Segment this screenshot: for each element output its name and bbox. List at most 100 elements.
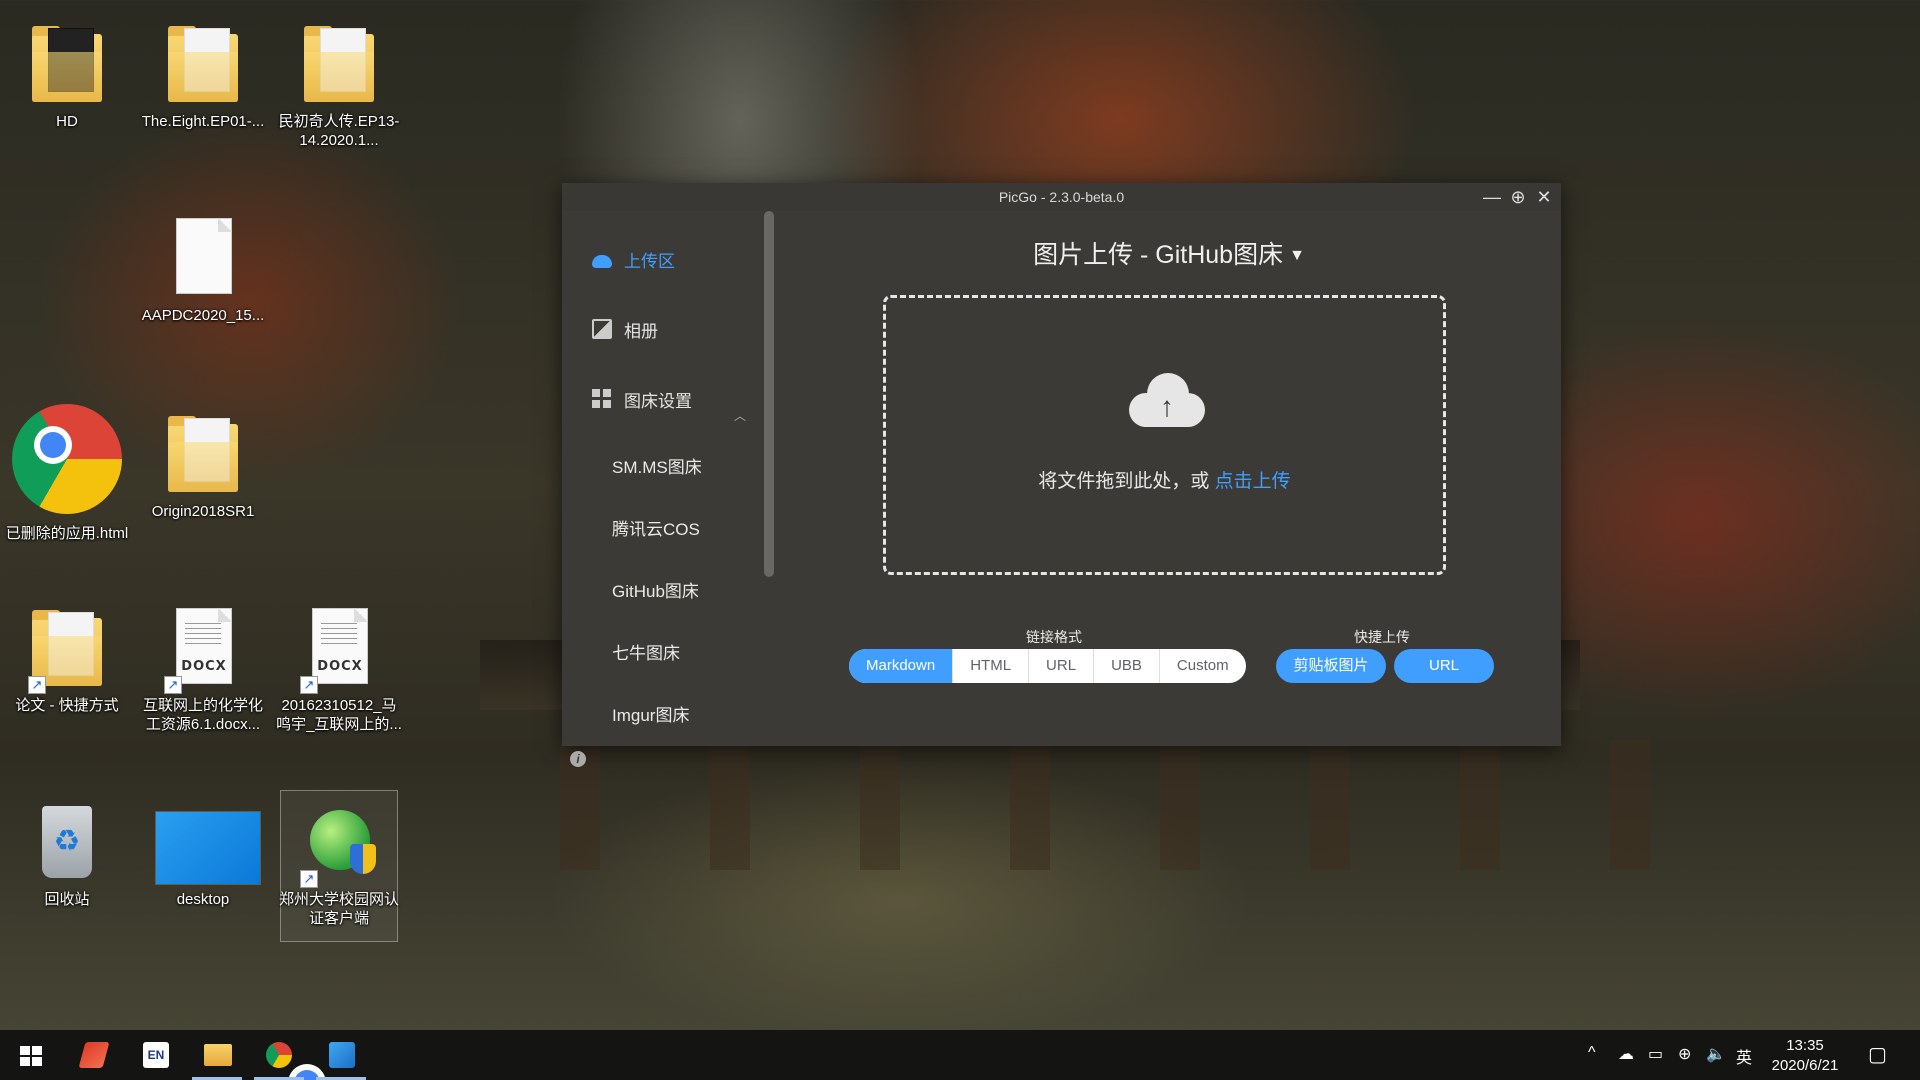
desktop-icon-docx-1[interactable]: DOCX ↗ 互联网上的化学化工资源6.1.docx...	[140, 598, 266, 746]
desktop-icon-label: 已删除的应用.html	[5, 525, 129, 542]
click-upload-link[interactable]: 点击上传	[1215, 471, 1291, 492]
url-upload-button[interactable]: URL	[1394, 649, 1494, 683]
clock-date: 2020/6/21	[1771, 1057, 1839, 1074]
format-markdown[interactable]: Markdown	[849, 649, 953, 683]
image-icon	[592, 319, 612, 339]
desktop-icon-label: 回收站	[44, 891, 90, 908]
taskbar-chrome[interactable]	[250, 1030, 326, 1080]
minimize-button[interactable]: —	[1482, 187, 1502, 207]
taskbar-picgo[interactable]	[312, 1030, 370, 1080]
desktop-icon-label: 郑州大学校园网认证客户端	[278, 891, 399, 927]
desktop-tile-icon	[156, 798, 260, 886]
desktop-icon-label: Origin2018SR1	[151, 503, 255, 520]
desktop-icon-label: 论文 - 快捷方式	[15, 697, 119, 714]
network-client-icon: ↗	[298, 798, 380, 888]
clock-time: 13:35	[1786, 1037, 1824, 1054]
format-custom[interactable]: Custom	[1158, 649, 1246, 683]
taskbar-input-method[interactable]: EN	[126, 1030, 184, 1080]
quick-upload-label: 快捷上传	[1354, 629, 1410, 645]
folder-icon	[26, 20, 108, 108]
docx-tag: DOCX	[181, 659, 227, 674]
desktop-icon-aapdc[interactable]: AAPDC2020_15...	[140, 208, 266, 356]
link-format-label: 链接格式	[1026, 629, 1082, 645]
folder-icon	[298, 20, 380, 108]
desktop-icon-docx-2[interactable]: DOCX ↗ 20162310512_马鸣宇_互联网上的...	[276, 598, 402, 746]
docx-tag: DOCX	[317, 659, 363, 674]
sidebar-item-label: 相册	[624, 321, 658, 341]
volume-icon[interactable]: 🔈	[1706, 1044, 1726, 1064]
folder-icon	[162, 410, 244, 498]
picgo-icon	[329, 1042, 355, 1068]
network-globe-icon[interactable]: ⊕	[1678, 1044, 1691, 1064]
sidebar-item-smms[interactable]: SM.MS图床	[612, 453, 702, 478]
clipboard-upload-button[interactable]: 剪贴板图片	[1276, 649, 1386, 683]
dropzone-hint: 将文件拖到此处，或	[1038, 471, 1215, 492]
folder-icon	[204, 1044, 232, 1066]
battery-icon[interactable]: ▭	[1648, 1044, 1663, 1064]
taskbar-file-explorer[interactable]	[188, 1030, 246, 1080]
shortcut-arrow-icon: ↗	[300, 870, 318, 888]
desktop-icon-desktop[interactable]: desktop	[140, 792, 266, 940]
close-button[interactable]: ✕	[1534, 187, 1554, 207]
recycle-bin-icon: ♻	[26, 798, 108, 886]
desktop-icon-the-eight[interactable]: The.Eight.EP01-...	[140, 14, 266, 162]
chevron-up-icon[interactable]: ^	[1588, 1044, 1596, 1062]
format-url[interactable]: URL	[1028, 649, 1093, 683]
sidebar-item-imgur[interactable]: Imgur图床	[612, 701, 689, 726]
picgo-window: PicGo - 2.3.0-beta.0 — ⊕ ✕ 上传区 相册 图床设置 ︿…	[562, 183, 1561, 767]
sidebar-item-gallery[interactable]: 相册	[592, 315, 658, 343]
docx-icon: DOCX ↗	[298, 604, 380, 694]
en-keyboard-icon: EN	[143, 1042, 169, 1068]
desktop-icon-label: 互联网上的化学化工资源6.1.docx...	[142, 697, 263, 733]
sidebar-item-label: 图床设置	[624, 391, 692, 411]
format-ubb[interactable]: UBB	[1093, 649, 1159, 683]
notification-icon[interactable]: ▢	[1868, 1042, 1887, 1067]
desktop-icon-label: HD	[56, 113, 78, 130]
sidebar-item-github[interactable]: GitHub图床	[612, 577, 699, 602]
desktop-icon-thesis-shortcut[interactable]: ↗ 论文 - 快捷方式	[4, 598, 130, 746]
desktop-icon-origin[interactable]: Origin2018SR1	[140, 404, 266, 552]
title-bar[interactable]: PicGo - 2.3.0-beta.0 — ⊕ ✕	[562, 183, 1561, 211]
page-title-text: 图片上传 - GitHub图床	[1033, 241, 1284, 269]
desktop-icon-recycle-bin[interactable]: ♻ 回收站	[4, 792, 130, 940]
window-title: PicGo - 2.3.0-beta.0	[998, 189, 1125, 205]
desktop-icon-label: 民初奇人传.EP13-14.2020.1...	[278, 113, 400, 149]
taskbar-app-red[interactable]	[64, 1030, 122, 1080]
page-title[interactable]: 图片上传 - GitHub图床 ▼	[777, 235, 1561, 271]
cloud-icon[interactable]: ☁	[1618, 1044, 1634, 1064]
chrome-icon	[266, 1042, 326, 1080]
sidebar-scrollbar[interactable]	[764, 211, 774, 577]
desktop-icon-minchu[interactable]: 民初奇人传.EP13-14.2020.1...	[276, 14, 402, 162]
sidebar-item-tencent-cos[interactable]: 腾讯云COS	[612, 515, 700, 540]
caret-down-icon: ▼	[1289, 247, 1305, 264]
chevron-up-icon[interactable]: ︿	[734, 407, 746, 424]
sidebar-item-picbed-settings[interactable]: 图床设置	[592, 385, 692, 413]
start-button[interactable]	[0, 1030, 58, 1080]
sidebar: 上传区 相册 图床设置 ︿ SM.MS图床 腾讯云COS GitHub图床 七牛…	[562, 211, 777, 767]
desktop-icon-label: AAPDC2020_15...	[141, 307, 265, 324]
desktop-icon-deleted-apps[interactable]: 已删除的应用.html	[4, 400, 130, 548]
desktop-icon-hd[interactable]: HD	[4, 14, 130, 162]
desktop-icon-label: The.Eight.EP01-...	[141, 113, 265, 130]
info-icon[interactable]: i	[570, 751, 586, 767]
pin-icon[interactable]: ⊕	[1508, 187, 1528, 207]
sidebar-item-qiniu[interactable]: 七牛图床	[612, 639, 680, 664]
docx-icon: DOCX ↗	[162, 604, 244, 694]
cloud-upload-icon: ↑	[1129, 373, 1205, 427]
system-clock[interactable]: 13:35 2020/6/21	[1760, 1036, 1850, 1076]
windows-icon	[20, 1046, 42, 1066]
sidebar-item-upload[interactable]: 上传区	[592, 245, 675, 273]
ime-indicator[interactable]: 英	[1736, 1044, 1752, 1068]
blank-file-icon	[162, 214, 244, 302]
dropzone-text: 将文件拖到此处，或 点击上传	[886, 466, 1443, 493]
desktop-icon-campus-network[interactable]: ↗ 郑州大学校园网认证客户端	[276, 792, 402, 940]
folder-shortcut-icon: ↗	[26, 604, 108, 694]
shortcut-arrow-icon: ↗	[28, 676, 46, 694]
grid-icon	[592, 389, 612, 409]
link-format-group: Markdown HTML URL UBB Custom	[849, 649, 1246, 683]
upload-dropzone[interactable]: ↑ 将文件拖到此处，或 点击上传	[883, 295, 1446, 575]
chrome-icon	[12, 404, 122, 514]
sidebar-item-label: 上传区	[624, 251, 675, 271]
shortcut-arrow-icon: ↗	[164, 676, 182, 694]
format-html[interactable]: HTML	[952, 649, 1028, 683]
